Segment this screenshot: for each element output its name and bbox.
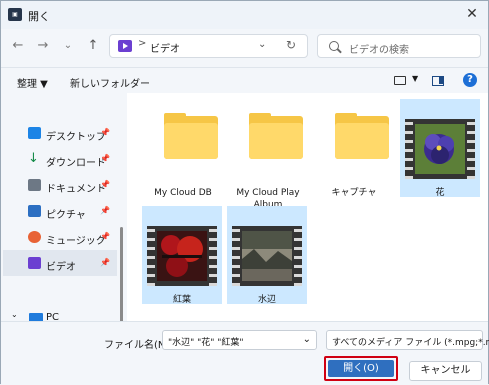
filename-value: "水辺" "花" "紅葉" bbox=[168, 338, 244, 348]
sidebar-item-music[interactable]: ミュージック 📌 bbox=[3, 224, 117, 250]
sidebar-item-downloads[interactable]: ↓ ダウンロード 📌 bbox=[3, 146, 117, 172]
recent-locations-icon[interactable]: ⌄ bbox=[58, 36, 78, 56]
sidebar-item-videos[interactable]: ビデオ 📌 bbox=[3, 250, 117, 276]
preview-pane-icon[interactable] bbox=[432, 76, 444, 86]
help-icon[interactable]: ? bbox=[463, 73, 477, 87]
up-icon[interactable]: ↑ bbox=[83, 36, 103, 56]
folder-icon bbox=[335, 113, 389, 159]
file-type-value: すべてのメディア ファイル (*.mpg;*.m bbox=[332, 338, 489, 348]
pin-icon: 📌 bbox=[100, 128, 110, 137]
folder-item-capture[interactable]: キャプチャ bbox=[314, 99, 394, 198]
command-bar: 整理 ▼ 新しいフォルダー ▼ ? bbox=[1, 67, 488, 93]
search-icon bbox=[329, 41, 339, 51]
waterside-video-icon bbox=[242, 231, 292, 281]
refresh-icon[interactable]: ↻ bbox=[286, 38, 296, 52]
search-placeholder: ビデオの検索 bbox=[349, 45, 409, 56]
breadcrumb-separator: > bbox=[138, 38, 147, 49]
file-name: キャプチャ bbox=[331, 188, 377, 198]
file-name: 水辺 bbox=[257, 295, 276, 305]
new-folder-button[interactable]: 新しいフォルダー bbox=[70, 75, 150, 90]
sidebar-item-documents[interactable]: ドキュメント 📌 bbox=[3, 172, 117, 198]
video-item-flower[interactable]: 花 bbox=[400, 99, 480, 198]
back-icon[interactable]: ← bbox=[8, 36, 28, 56]
video-thumbnail bbox=[405, 119, 475, 179]
view-mode-icon[interactable] bbox=[394, 76, 406, 85]
folder-item-my-cloud-db[interactable]: My Cloud DB bbox=[143, 99, 223, 198]
open-file-dialog: ▣ 開く ✕ ← → ⌄ ↑ > ビデオ ⌄ ↻ ビデオの検索 整理 ▼ 新しい… bbox=[0, 0, 489, 385]
pin-icon: 📌 bbox=[100, 258, 110, 267]
music-icon bbox=[28, 231, 41, 243]
forward-icon[interactable]: → bbox=[33, 36, 53, 56]
video-item-waterside[interactable]: 水辺 bbox=[227, 206, 307, 305]
navigation-bar: ← → ⌄ ↑ > ビデオ ⌄ ↻ ビデオの検索 bbox=[1, 29, 488, 67]
title-bar: ▣ 開く ✕ bbox=[1, 1, 488, 29]
sidebar-item-desktop[interactable]: デスクトップ 📌 bbox=[3, 120, 117, 146]
filename-dropdown-icon[interactable]: ⌄ bbox=[303, 334, 311, 345]
cancel-button[interactable]: キャンセル bbox=[409, 361, 482, 381]
folder-item-my-cloud-play-album[interactable]: My Cloud Play Album bbox=[228, 99, 308, 210]
expand-icon[interactable]: ⌄ bbox=[11, 310, 18, 319]
download-icon: ↓ bbox=[28, 151, 39, 166]
address-dropdown-icon[interactable]: ⌄ bbox=[258, 39, 266, 50]
sidebar-item-pictures[interactable]: ピクチャ 📌 bbox=[3, 198, 117, 224]
dialog-footer: ファイル名(N): "水辺" "花" "紅葉" ⌄ すべてのメディア ファイル … bbox=[1, 321, 489, 385]
video-thumbnail bbox=[232, 226, 302, 286]
sidebar-item-label: ダウンロード bbox=[46, 158, 106, 169]
organize-button[interactable]: 整理 ▼ bbox=[17, 75, 48, 90]
pin-icon: 📌 bbox=[100, 154, 110, 163]
pin-icon: 📌 bbox=[100, 232, 110, 241]
address-bar[interactable]: > ビデオ ⌄ ↻ bbox=[109, 34, 308, 58]
sidebar-item-label: ミュージック bbox=[46, 236, 106, 247]
folder-icon bbox=[249, 113, 303, 159]
folder-icon bbox=[164, 113, 218, 159]
file-name: 紅葉 bbox=[172, 295, 191, 305]
file-type-select[interactable]: すべてのメディア ファイル (*.mpg;*.m bbox=[326, 330, 489, 350]
video-thumbnail bbox=[147, 226, 217, 286]
video-folder-icon bbox=[28, 257, 41, 269]
navigation-pane: デスクトップ 📌 ↓ ダウンロード 📌 ドキュメント 📌 ピクチャ 📌 ミュージ… bbox=[1, 93, 126, 352]
filename-input[interactable]: "水辺" "花" "紅葉" ⌄ bbox=[162, 330, 317, 350]
open-button[interactable]: 開く(O) bbox=[324, 356, 398, 381]
pictures-icon bbox=[28, 205, 41, 217]
close-button[interactable]: ✕ bbox=[460, 3, 484, 25]
breadcrumb-current[interactable]: ビデオ bbox=[150, 40, 180, 55]
file-name: 花 bbox=[435, 188, 445, 198]
search-box[interactable]: ビデオの検索 bbox=[317, 34, 481, 58]
dialog-title: 開く bbox=[28, 10, 50, 23]
document-icon bbox=[28, 179, 41, 191]
sidebar-item-label: ピクチャ bbox=[46, 210, 86, 221]
open-button-label: 開く(O) bbox=[328, 360, 394, 377]
autumn-leaves-video-icon bbox=[157, 231, 207, 281]
flower-video-icon bbox=[415, 124, 465, 174]
file-list: My Cloud DB My Cloud Play Album キャプチャ 花 … bbox=[127, 93, 488, 321]
app-icon: ▣ bbox=[8, 8, 22, 21]
pin-icon: 📌 bbox=[100, 180, 110, 189]
sidebar-item-label: ビデオ bbox=[46, 262, 76, 273]
pin-icon: 📌 bbox=[100, 206, 110, 215]
file-name: My Cloud DB bbox=[154, 188, 212, 198]
video-item-autumn-leaves[interactable]: 紅葉 bbox=[142, 206, 222, 305]
desktop-icon bbox=[28, 127, 41, 139]
sidebar-item-label: ドキュメント bbox=[46, 184, 106, 195]
sidebar-item-label: デスクトップ bbox=[46, 132, 106, 143]
video-folder-icon bbox=[118, 40, 132, 52]
view-dropdown-icon[interactable]: ▼ bbox=[412, 74, 418, 83]
